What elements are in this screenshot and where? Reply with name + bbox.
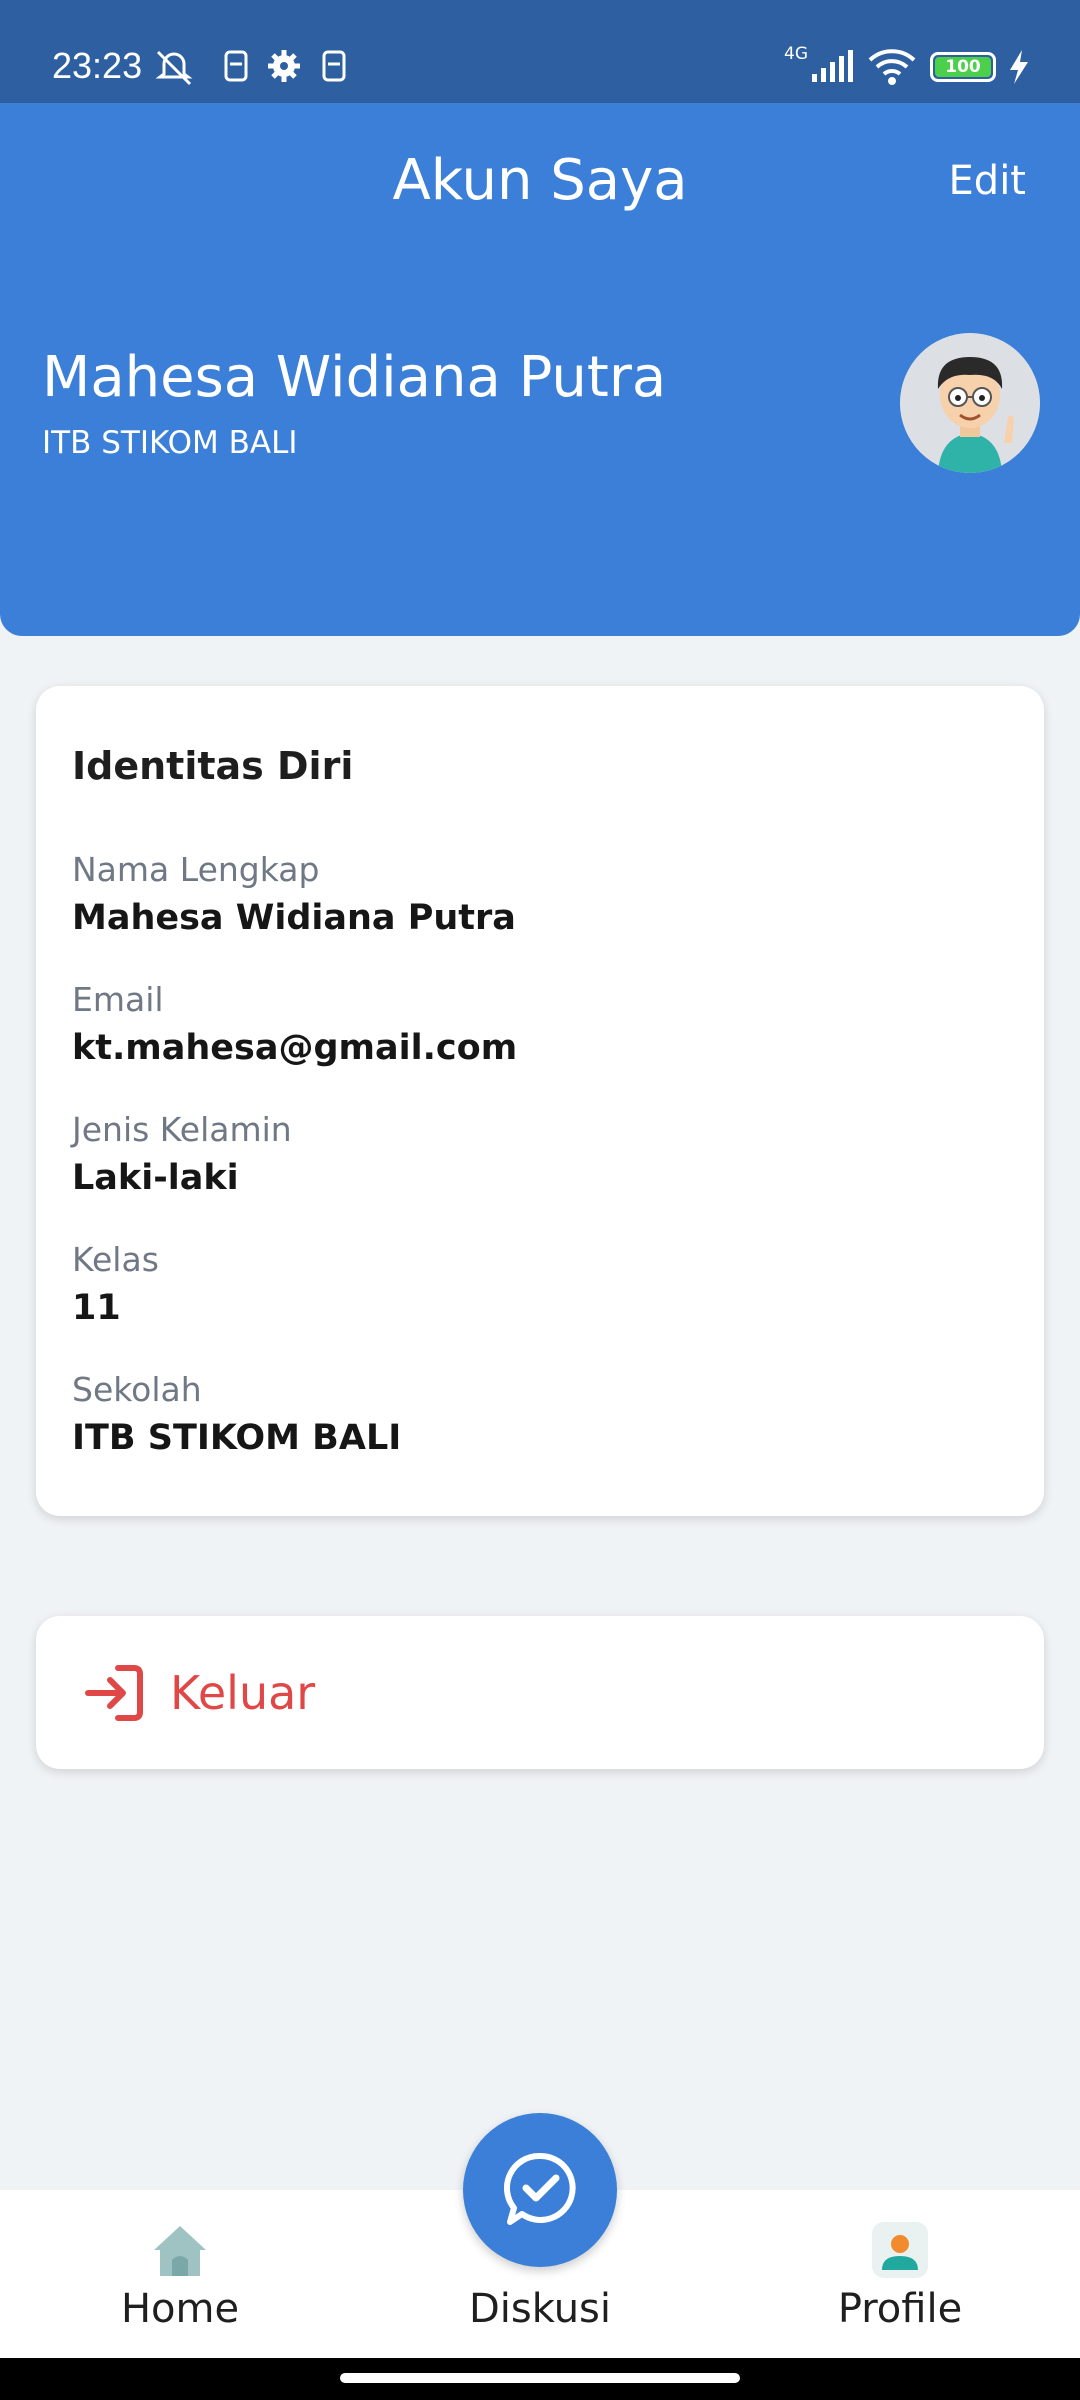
gear-icon bbox=[262, 44, 306, 88]
mute-bell-icon bbox=[152, 44, 196, 88]
home-indicator[interactable] bbox=[340, 2373, 740, 2383]
gender-label: Jenis Kelamin bbox=[72, 1110, 292, 1149]
signal-icon bbox=[808, 44, 856, 88]
page-title: Akun Saya bbox=[392, 148, 688, 213]
nav-profile-label: Profile bbox=[837, 2286, 963, 2332]
status-bar: 23:23 4G 100 bbox=[0, 0, 1080, 103]
profile-header: Akun Saya Edit Mahesa Widiana Putra ITB … bbox=[0, 103, 1080, 636]
profile-name: Mahesa Widiana Putra bbox=[42, 345, 667, 410]
sim-icon bbox=[312, 44, 356, 88]
battery-level: 100 bbox=[935, 57, 991, 77]
battery-icon: 100 bbox=[930, 52, 996, 82]
system-nav-bar bbox=[0, 2358, 1080, 2400]
charging-icon bbox=[1004, 44, 1034, 88]
status-time: 23:23 bbox=[52, 45, 143, 86]
nav-discussion-label: Diskusi bbox=[469, 2286, 611, 2332]
school-value: ITB STIKOM BALI bbox=[72, 1418, 402, 1458]
identity-card: Identitas Diri Nama Lengkap Mahesa Widia… bbox=[36, 686, 1044, 1516]
logout-icon bbox=[82, 1660, 148, 1726]
profile-icon bbox=[870, 2220, 930, 2280]
nav-home-label: Home bbox=[120, 2286, 240, 2332]
network-type: 4G bbox=[784, 44, 808, 64]
discussion-fab[interactable] bbox=[463, 2113, 617, 2267]
home-icon bbox=[150, 2220, 210, 2280]
email-label: Email bbox=[72, 980, 164, 1019]
avatar[interactable] bbox=[900, 333, 1040, 473]
profile-school: ITB STIKOM BALI bbox=[42, 425, 298, 461]
full-name-label: Nama Lengkap bbox=[72, 850, 320, 889]
nav-home[interactable]: Home bbox=[50, 2190, 310, 2358]
sim-icon bbox=[214, 44, 258, 88]
full-name-value: Mahesa Widiana Putra bbox=[72, 898, 516, 938]
school-label: Sekolah bbox=[72, 1370, 202, 1409]
logout-button[interactable]: Keluar bbox=[36, 1616, 1044, 1769]
class-label: Kelas bbox=[72, 1240, 159, 1279]
edit-button[interactable]: Edit bbox=[949, 151, 1026, 211]
class-value: 11 bbox=[72, 1288, 121, 1328]
nav-profile[interactable]: Profile bbox=[770, 2190, 1030, 2358]
wifi-icon bbox=[866, 44, 918, 88]
logout-label: Keluar bbox=[170, 1666, 316, 1720]
gender-value: Laki-laki bbox=[72, 1158, 239, 1198]
identity-title: Identitas Diri bbox=[72, 744, 354, 788]
chat-check-icon bbox=[503, 2152, 576, 2225]
email-value: kt.mahesa@gmail.com bbox=[72, 1028, 518, 1068]
